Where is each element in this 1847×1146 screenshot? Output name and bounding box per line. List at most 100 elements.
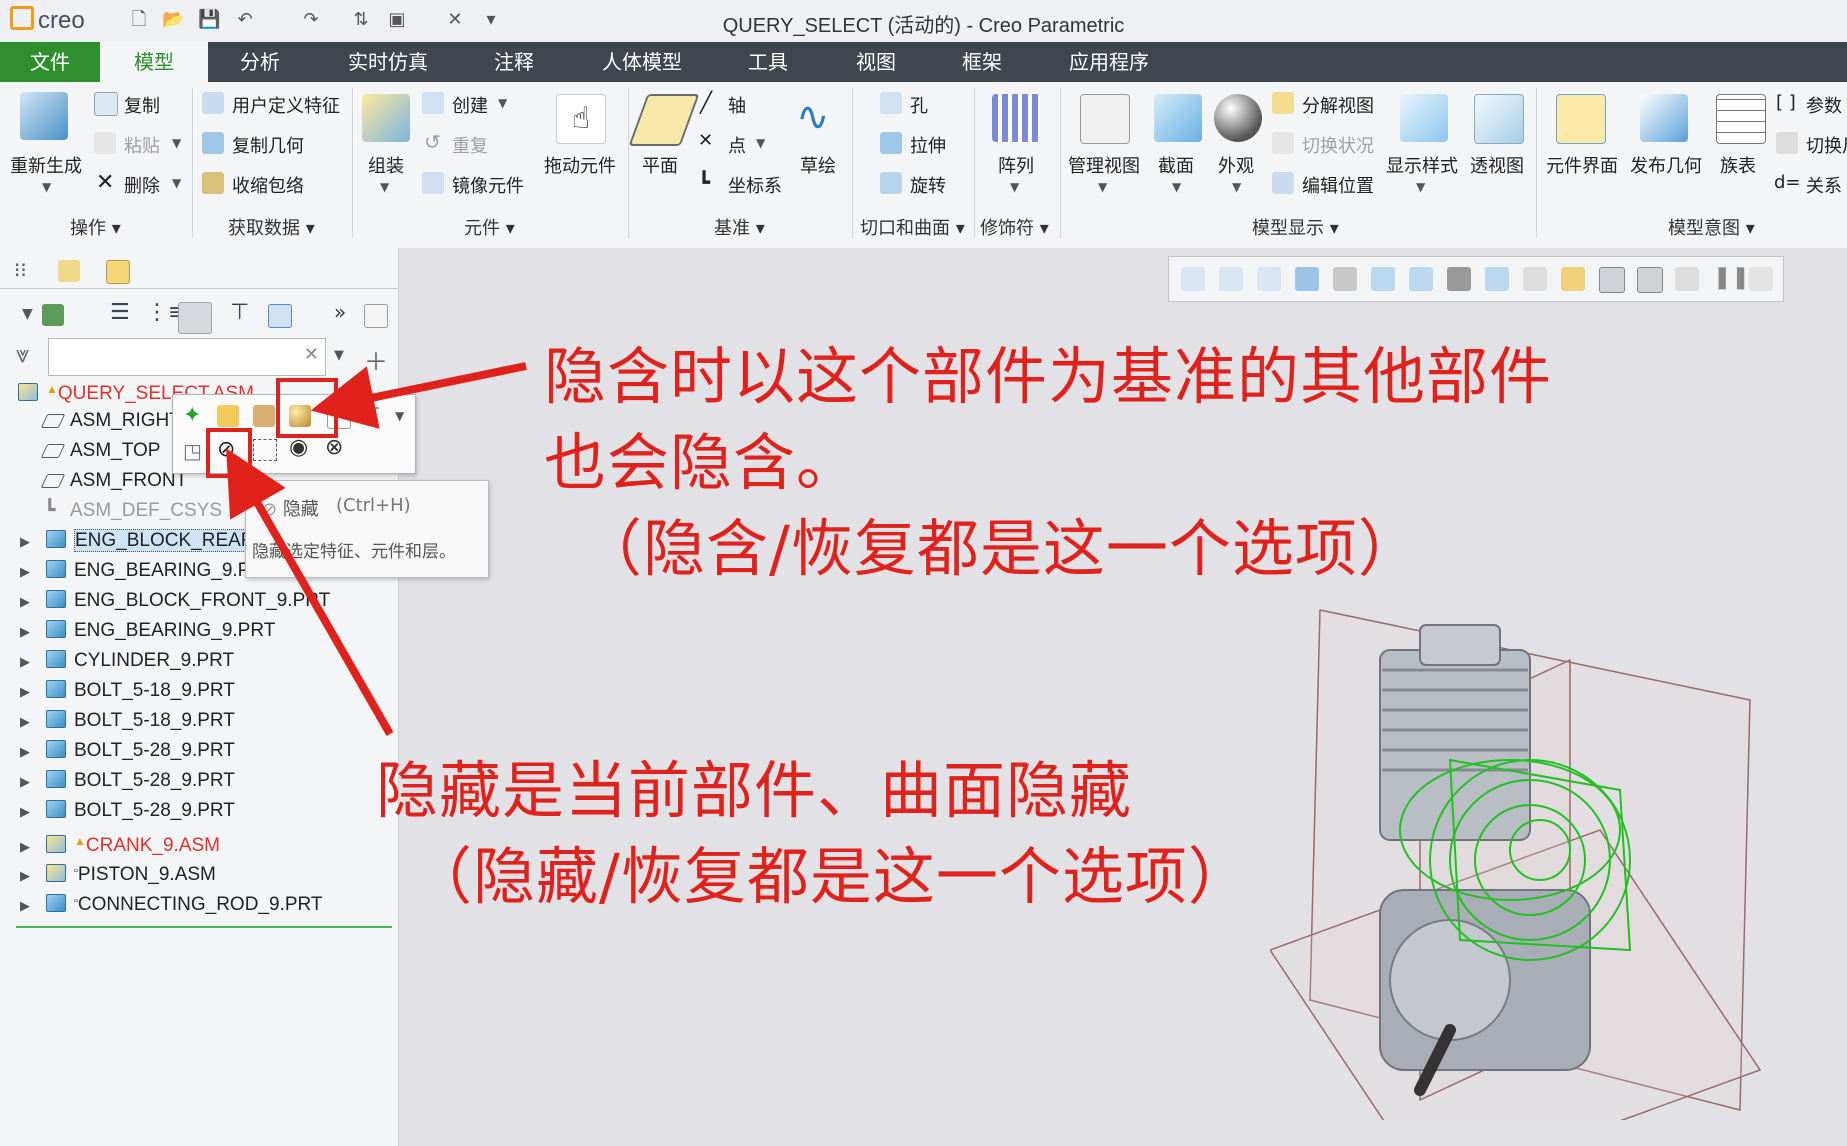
sketch-icon[interactable]: ∿ (796, 94, 830, 140)
annotation-display-icon[interactable] (1561, 267, 1585, 291)
plane-button[interactable]: 平面 (642, 152, 678, 178)
spin-center-icon[interactable] (1599, 267, 1625, 293)
show-dropdown-icon[interactable]: ▼ (22, 306, 33, 322)
model-tree-icon[interactable]: ⁝⁝ (14, 258, 27, 282)
saved-orientations-icon[interactable] (1371, 267, 1395, 291)
repaint-icon[interactable] (1295, 267, 1319, 291)
chevron-down-icon[interactable]: ▼ (1416, 180, 1425, 194)
copy-geometry-button[interactable]: 复制几何 (232, 132, 304, 158)
group-datum[interactable]: 基准 ▾ (714, 214, 765, 240)
group-model-display[interactable]: 模型显示 ▾ (1252, 214, 1339, 240)
parameters-button[interactable]: 参数 (1806, 92, 1842, 118)
display-style-icon[interactable] (1400, 94, 1448, 142)
edit-position-button[interactable]: 编辑位置 (1302, 172, 1374, 198)
perspective-view-icon[interactable] (1447, 267, 1471, 291)
list-item[interactable]: ASM_FRONT (40, 466, 187, 496)
simulation-icon[interactable] (1675, 267, 1699, 291)
section-icon[interactable] (1154, 94, 1202, 142)
tab-annotate[interactable]: 注释 (470, 42, 558, 82)
explode-view-button[interactable]: 分解视图 (1302, 92, 1374, 118)
expand-icon[interactable]: ▶ (20, 767, 46, 797)
chevron-down-icon[interactable]: ▼ (498, 96, 507, 110)
open-icon[interactable] (217, 405, 239, 427)
more-icon[interactable]: » (334, 300, 346, 324)
pattern-button[interactable]: 阵列 (998, 152, 1034, 178)
show-table-icon[interactable] (268, 304, 292, 328)
clear-icon[interactable]: ✕ (304, 344, 319, 365)
delete-icon[interactable]: ✕ (96, 170, 114, 195)
copy-button[interactable]: 复制 (124, 92, 160, 118)
component-interface-button[interactable]: 元件界面 (1546, 152, 1618, 178)
list-item[interactable]: ▶ ▲CRANK_9.ASM (20, 826, 220, 856)
mirror-button[interactable]: 镜像元件 (452, 172, 524, 198)
revolve-icon[interactable] (880, 172, 902, 194)
tab-view[interactable]: 视图 (838, 42, 914, 82)
list-item[interactable]: ▶ ▫CONNECTING_ROD_9.PRT (20, 886, 323, 916)
settings-icon[interactable] (178, 302, 212, 334)
list-item[interactable]: ▶ BOLT_5-28_9.PRT (20, 766, 235, 796)
sketch-button[interactable]: 草绘 (800, 152, 836, 178)
manage-views-button[interactable]: 管理视图 (1068, 152, 1140, 178)
eye-icon[interactable]: ◉ (289, 435, 308, 460)
shrinkwrap-button[interactable]: 收缩包络 (232, 172, 304, 198)
perspective-button[interactable]: 透视图 (1470, 152, 1524, 178)
hide-others-icon[interactable]: ⊗ (325, 435, 343, 460)
hole-button[interactable]: 孔 (910, 92, 928, 118)
datum-display-icon[interactable] (1523, 267, 1547, 291)
tab-file[interactable]: 文件 (0, 42, 100, 82)
group-get-data[interactable]: 获取数据 ▾ (228, 214, 315, 240)
point-button[interactable]: 点 (728, 132, 746, 158)
list-item[interactable]: ASM_RIGHT (40, 406, 181, 436)
expand-icon[interactable]: ▶ (20, 557, 46, 587)
family-table-icon[interactable] (1716, 94, 1766, 144)
copy-icon[interactable] (94, 92, 118, 116)
view-manager-icon[interactable] (1409, 267, 1433, 291)
tab-simulation[interactable]: 实时仿真 (330, 42, 446, 82)
delete-button[interactable]: 删除 (124, 172, 160, 198)
list-item[interactable]: ▶ BOLT_5-18_9.PRT (20, 706, 235, 736)
shrinkwrap-icon[interactable] (202, 172, 224, 194)
hole-icon[interactable] (880, 92, 902, 114)
explode-view-icon[interactable] (1272, 92, 1294, 114)
tab-analysis[interactable]: 分析 (218, 42, 302, 82)
pause-icon[interactable]: ❚❚ (1713, 265, 1750, 290)
tree-settings-icon[interactable]: ⊤ (230, 300, 249, 325)
extrude-icon[interactable] (880, 132, 902, 154)
create-icon[interactable] (422, 92, 444, 114)
expand-icon[interactable]: ▶ (20, 647, 46, 677)
list-item[interactable]: ASM_TOP (40, 436, 160, 466)
revolve-button[interactable]: 旋转 (910, 172, 946, 198)
parameters-icon[interactable]: [ ] (1776, 92, 1796, 113)
edit-position-icon[interactable] (1272, 172, 1294, 194)
list-item[interactable]: ▶ ENG_BLOCK_FRONT_9.PRT (20, 586, 330, 616)
group-cut-surface[interactable]: 切口和曲面 ▾ (860, 214, 965, 240)
tree-filter-icon[interactable]: ☰ (110, 300, 130, 325)
repeat-icon[interactable]: ↺ (424, 130, 441, 154)
expand-icon[interactable]: ▶ (20, 891, 46, 921)
udf-button[interactable]: 用户定义特征 (232, 92, 340, 118)
engine-model[interactable] (1270, 530, 1770, 1120)
group-modifiers[interactable]: 修饰符 ▾ (980, 214, 1049, 240)
tab-applications[interactable]: 应用程序 (1060, 42, 1158, 82)
chevron-down-icon[interactable]: ▼ (1098, 180, 1107, 194)
relations-button[interactable]: 关系 (1806, 172, 1842, 198)
zoom-in-icon[interactable] (1219, 267, 1243, 291)
repeat-button[interactable]: 重复 (452, 132, 488, 158)
model-tree-root-icon[interactable] (42, 304, 64, 326)
switch-dims-icon[interactable] (1776, 132, 1798, 154)
list-item[interactable]: ▶ BOLT_5-28_9.PRT (20, 736, 235, 766)
component-interface-icon[interactable] (1556, 94, 1606, 144)
list-item[interactable]: ▶ BOLT_5-28_9.PRT (20, 796, 235, 826)
show-icon[interactable]: ◳ (183, 439, 202, 463)
udf-icon[interactable] (202, 92, 224, 114)
zoom-out-icon[interactable] (1257, 267, 1281, 291)
create-button[interactable]: 创建 (452, 92, 488, 118)
regenerate-big-icon[interactable] (20, 92, 68, 140)
chevron-down-icon[interactable]: ▼ (1010, 180, 1019, 194)
list-item[interactable]: ┗ ASM_DEF_CSYS (44, 496, 222, 526)
chevron-down-icon[interactable]: ▼ (172, 136, 181, 150)
paste-icon[interactable] (94, 132, 116, 154)
family-table-button[interactable]: 族表 (1720, 152, 1756, 178)
expand-icon[interactable]: ▶ (20, 737, 46, 767)
axis-icon[interactable]: ╱ (700, 90, 712, 114)
